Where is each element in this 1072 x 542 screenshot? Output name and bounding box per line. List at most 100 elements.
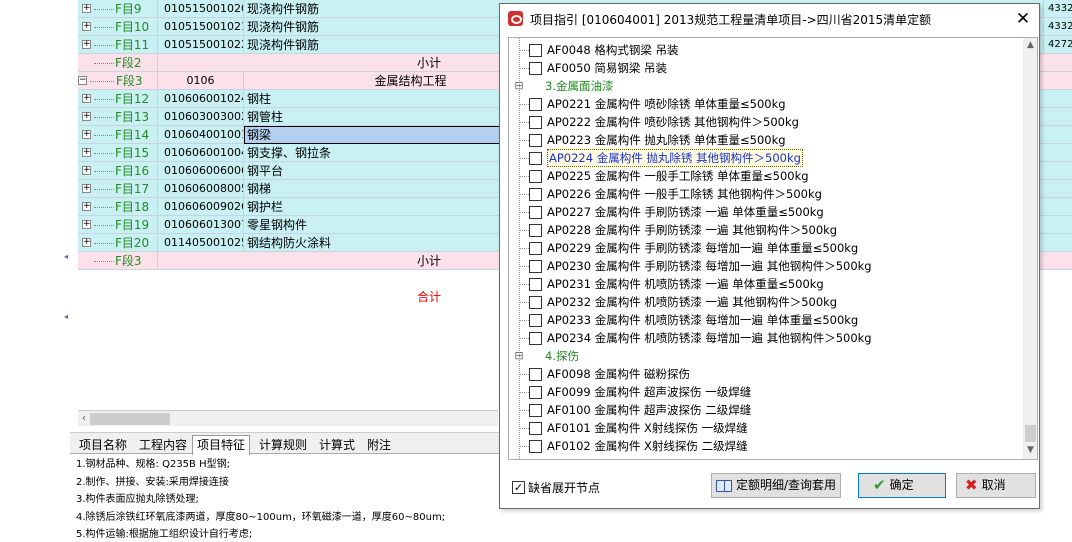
tree-item[interactable]: AP0224 金属构件 抛丸除锈 其他钢构件＞500kg (509, 149, 1021, 167)
tree-item[interactable]: AF0050 简易钢梁 吊装 (509, 59, 1021, 77)
item-code[interactable]: 010515001022 (158, 36, 244, 54)
item-code[interactable]: 010606006006 (158, 162, 244, 180)
expand-toggle-icon[interactable]: + (82, 94, 91, 103)
tree-cell[interactable]: − F段3 (78, 72, 158, 90)
tab-item[interactable]: 计算式 (314, 435, 360, 455)
item-checkbox[interactable] (529, 242, 542, 255)
tree-cell[interactable]: + F目17 (78, 180, 158, 198)
item-code[interactable]: 010603003002 (158, 108, 244, 126)
item-checkbox[interactable] (529, 62, 542, 75)
tree-item[interactable]: AP0227 金属构件 手刷防锈漆 一遍 单体重量≤500kg (509, 203, 1021, 221)
collapse-arrow-icon[interactable]: ◂ (64, 312, 68, 321)
tab-item[interactable]: 附注 (362, 435, 396, 455)
scroll-down-icon[interactable]: ▼ (1023, 443, 1037, 458)
tree-item[interactable]: AP0229 金属构件 手刷防锈漆 每增加一遍 单体重量≤500kg (509, 239, 1021, 257)
item-checkbox[interactable] (529, 386, 542, 399)
expand-toggle-icon[interactable]: + (82, 202, 91, 211)
scroll-left-icon[interactable]: ‹ (78, 411, 90, 427)
tab-item[interactable]: 项目特征 (192, 435, 251, 455)
collapse-icon[interactable]: ⊟ (514, 80, 524, 91)
scroll-thumb[interactable] (90, 413, 170, 425)
tree-cell[interactable]: + F目13 (78, 108, 158, 126)
scroll-up-icon[interactable]: ▲ (1023, 38, 1037, 53)
expand-default-label[interactable]: 缺省展开节点 (528, 479, 600, 496)
tree-item[interactable]: AF0099 金属构件 超声波探伤 一级焊缝 (509, 383, 1021, 401)
item-checkbox[interactable] (529, 314, 542, 327)
item-code[interactable]: 010606001024 (158, 90, 244, 108)
collapse-arrow-icon[interactable]: ◂ (64, 252, 68, 261)
tab-item[interactable]: 工程内容 (134, 435, 192, 455)
item-code[interactable]: 010515001020 (158, 0, 244, 18)
item-checkbox[interactable] (529, 152, 542, 165)
item-code[interactable]: 010515001021 (158, 18, 244, 36)
tree-group[interactable]: ⊟ 3.金属面油漆 (509, 77, 1021, 95)
cancel-button[interactable]: ✖ 取消 (956, 473, 1036, 498)
item-code[interactable]: 011405001025 (158, 234, 244, 252)
tree-cell[interactable]: + F目14 (78, 126, 158, 144)
amount-cell[interactable]: 4332 (1043, 0, 1072, 18)
tree-item[interactable]: AP0230 金属构件 手刷防锈漆 每增加一遍 其他钢构件＞500kg (509, 257, 1021, 275)
item-code[interactable]: 010606001004 (158, 144, 244, 162)
tree-item[interactable]: AP0225 金属构件 一般手工除锈 单体重量≤500kg (509, 167, 1021, 185)
tree-item[interactable]: AP0226 金属构件 一般手工除锈 其他钢构件＞500kg (509, 185, 1021, 203)
tree-cell[interactable]: + F目18 (78, 198, 158, 216)
tab-item[interactable]: 项目名称 (74, 435, 132, 455)
item-code[interactable]: 010606009026 (158, 198, 244, 216)
item-checkbox[interactable] (529, 332, 542, 345)
tree-cell[interactable]: + F目19 (78, 216, 158, 234)
tree-cell[interactable]: + F目12 (78, 90, 158, 108)
tree-cell[interactable]: + F目9 (78, 0, 158, 18)
item-checkbox[interactable] (529, 368, 542, 381)
expand-toggle-icon[interactable]: + (82, 220, 91, 229)
tree-cell[interactable]: + F目16 (78, 162, 158, 180)
tree-cell[interactable]: + F目11 (78, 36, 158, 54)
tree-item[interactable]: AP0233 金属构件 机喷防锈漆 每增加一遍 单体重量≤500kg (509, 311, 1021, 329)
item-code[interactable]: 010606013007 (158, 216, 244, 234)
tree-item[interactable]: AP0231 金属构件 机喷防锈漆 一遍 单体重量≤500kg (509, 275, 1021, 293)
tree-item[interactable]: AF0100 金属构件 超声波探伤 二级焊缝 (509, 401, 1021, 419)
item-checkbox[interactable] (529, 134, 542, 147)
expand-toggle-icon[interactable]: + (82, 4, 91, 13)
tree-group[interactable]: ⊟ 4.探伤 (509, 347, 1021, 365)
ok-button[interactable]: ✔ 确定 (858, 473, 946, 498)
item-code[interactable]: 010606008005 (158, 180, 244, 198)
expand-toggle-icon[interactable]: − (78, 76, 87, 85)
tree-item[interactable]: AP0232 金属构件 机喷防锈漆 一遍 其他钢构件＞500kg (509, 293, 1021, 311)
item-checkbox[interactable] (529, 278, 542, 291)
item-features-text[interactable]: 1.钢材品种、规格: Q235B H型钢; 2.制作、拼接、安装:采用焊接连接 3.… (70, 455, 500, 542)
tree-item[interactable]: AF0101 金属构件 X射线探伤 一级焊缝 (509, 419, 1021, 437)
item-checkbox[interactable] (529, 260, 542, 273)
amount-cell[interactable]: 4272 (1043, 36, 1072, 54)
tree-item[interactable]: AF0048 格构式钢梁 吊装 (509, 41, 1021, 59)
expand-toggle-icon[interactable]: + (82, 148, 91, 157)
horizontal-scrollbar[interactable]: ‹ (78, 410, 498, 426)
tree-item[interactable]: AP0228 金属构件 手刷防锈漆 一遍 其他钢构件＞500kg (509, 221, 1021, 239)
tree-item[interactable]: AP0223 金属构件 抛丸除锈 单体重量≤500kg (509, 131, 1021, 149)
item-checkbox[interactable] (529, 206, 542, 219)
expand-toggle-icon[interactable]: + (82, 166, 91, 175)
amount-cell[interactable]: 4332 (1043, 18, 1072, 36)
item-checkbox[interactable] (529, 224, 542, 237)
tree-cell[interactable]: + F目20 (78, 234, 158, 252)
vertical-scrollbar[interactable]: ▲ ▼ (1023, 38, 1037, 459)
tree-cell[interactable]: + F目15 (78, 144, 158, 162)
expand-toggle-icon[interactable]: + (82, 112, 91, 121)
item-checkbox[interactable] (529, 440, 542, 453)
tree-item[interactable]: AF0102 金属构件 X射线探伤 二级焊缝 (509, 437, 1021, 455)
item-checkbox[interactable] (529, 188, 542, 201)
item-checkbox[interactable] (529, 116, 542, 129)
item-code[interactable]: 010604001001 (158, 126, 244, 144)
expand-default-checkbox[interactable]: ✓ (512, 481, 525, 494)
item-checkbox[interactable] (529, 170, 542, 183)
tree-item[interactable]: AF0098 金属构件 磁粉探伤 (509, 365, 1021, 383)
tab-item[interactable]: 计算规则 (254, 435, 312, 455)
expand-toggle-icon[interactable]: + (82, 130, 91, 139)
tree-item[interactable]: AP0221 金属构件 喷砂除锈 单体重量≤500kg (509, 95, 1021, 113)
quota-detail-button[interactable]: 定额明细/查询套用 (711, 473, 841, 498)
item-checkbox[interactable] (529, 404, 542, 417)
close-button[interactable]: ✕ (1010, 8, 1036, 30)
tree-item[interactable]: AP0234 金属构件 机喷防锈漆 每增加一遍 其他钢构件＞500kg (509, 329, 1021, 347)
scroll-thumb[interactable] (1025, 425, 1036, 442)
expand-toggle-icon[interactable]: + (82, 22, 91, 31)
tree-cell[interactable]: + F目10 (78, 18, 158, 36)
